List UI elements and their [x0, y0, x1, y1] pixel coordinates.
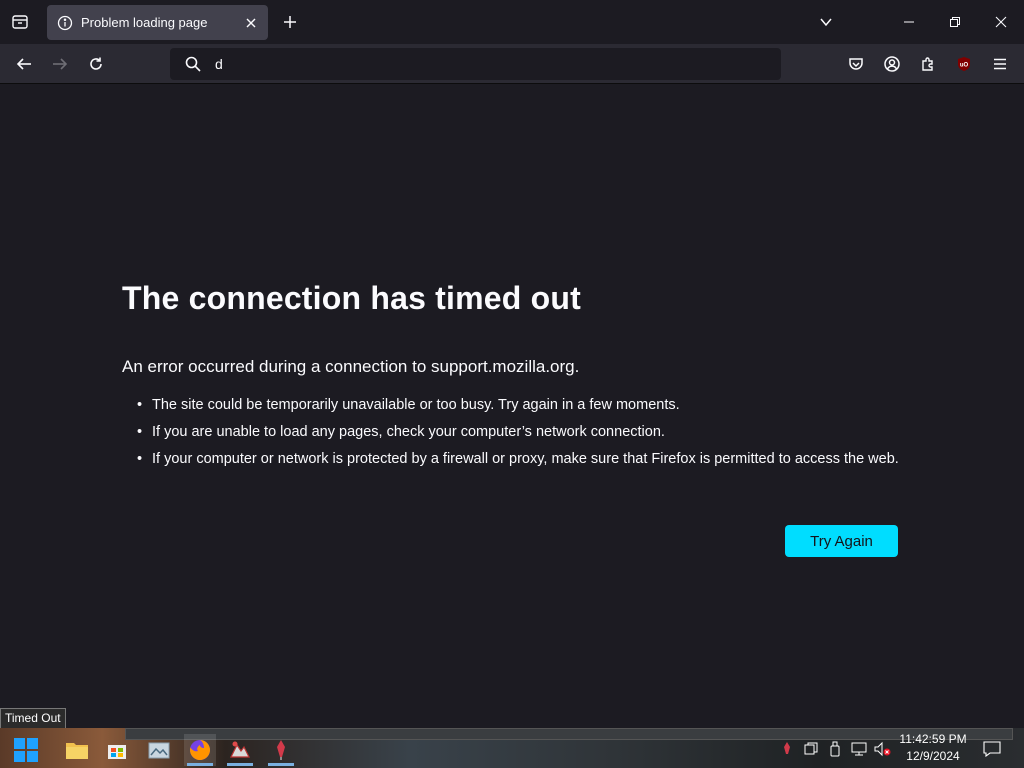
taskbar: 11:42:59 PM 12/9/2024: [0, 728, 1024, 768]
taskbar-store[interactable]: [101, 734, 133, 766]
chevron-down-icon: [820, 18, 832, 27]
restore-button[interactable]: [932, 0, 978, 44]
network-icon: [851, 742, 867, 756]
folder-icon: [66, 743, 88, 759]
address-bar[interactable]: [170, 48, 781, 80]
running-indicator: [268, 763, 294, 766]
ublock-button[interactable]: uO: [948, 48, 980, 80]
start-button[interactable]: [10, 734, 42, 766]
nav-toolbar: uO: [0, 44, 1024, 84]
clock-date: 12/9/2024: [906, 749, 960, 763]
taskbar-pen-app[interactable]: [265, 734, 297, 766]
new-tab-button[interactable]: [276, 8, 304, 36]
restore-icon: [950, 17, 960, 27]
address-input[interactable]: [215, 56, 775, 72]
search-icon: [185, 56, 201, 72]
firefox-view-button[interactable]: [6, 8, 34, 36]
pen-app-icon: [277, 740, 285, 760]
pocket-button[interactable]: [840, 48, 872, 80]
close-tab-button[interactable]: [239, 11, 263, 35]
notification-center-button[interactable]: [982, 740, 1002, 758]
taskbar-paint-app[interactable]: [224, 734, 256, 766]
close-window-button[interactable]: [978, 0, 1024, 44]
extensions-button[interactable]: [912, 48, 944, 80]
ublock-origin-icon: uO: [958, 57, 970, 71]
tab-strip: Problem loading page: [0, 0, 1024, 44]
pocket-icon: [849, 58, 863, 70]
error-description: An error occurred during a connection to…: [122, 357, 580, 376]
minimize-icon: [904, 21, 914, 23]
volume-muted-icon: [874, 741, 891, 757]
clock-time: 11:42:59 PM: [899, 732, 967, 746]
store-icon: [108, 745, 126, 759]
info-icon: [57, 15, 73, 30]
list-item: The site could be temporarily unavailabl…: [137, 395, 912, 415]
taskbar-photo-app[interactable]: [143, 734, 175, 766]
arrow-right-icon: [53, 58, 68, 70]
arrow-left-icon: [16, 58, 31, 70]
pen-app-icon: [784, 742, 790, 754]
tray-pen-app[interactable]: [778, 740, 796, 758]
page-title: The connection has timed out: [122, 280, 581, 316]
paint-app-icon: [230, 741, 250, 758]
running-indicator: [227, 763, 253, 766]
forward-button[interactable]: [44, 48, 76, 80]
minimize-button[interactable]: [886, 0, 932, 44]
firefox-view-icon: [12, 15, 28, 29]
list-all-tabs-button[interactable]: [812, 8, 840, 36]
tab-problem-loading[interactable]: Problem loading page: [47, 5, 268, 40]
try-again-button[interactable]: Try Again: [785, 525, 898, 557]
taskbar-scroll-strip[interactable]: [125, 728, 1013, 740]
tray-usb[interactable]: [826, 740, 844, 758]
svg-text:uO: uO: [960, 63, 969, 69]
list-item: If you are unable to load any pages, che…: [137, 422, 912, 442]
firefox-icon: [190, 740, 210, 760]
back-button[interactable]: [8, 48, 40, 80]
account-icon: [884, 56, 900, 72]
puzzle-icon: [922, 57, 933, 71]
taskbar-file-explorer[interactable]: [61, 734, 93, 766]
reload-button[interactable]: [80, 48, 112, 80]
tray-network[interactable]: [850, 740, 868, 758]
tooltip: Timed Out: [0, 708, 66, 729]
error-page: The connection has timed out An error oc…: [0, 85, 1024, 727]
list-item: If your computer or network is protected…: [137, 449, 912, 469]
photo-app-icon: [148, 742, 170, 759]
taskbar-clock[interactable]: 11:42:59 PM 12/9/2024: [894, 731, 972, 765]
close-icon: [246, 18, 256, 27]
close-icon: [995, 16, 1007, 28]
plus-icon: [284, 16, 296, 28]
taskbar-firefox[interactable]: [184, 734, 216, 766]
running-indicator: [187, 763, 213, 766]
account-button[interactable]: [876, 48, 908, 80]
suggestion-list: The site could be temporarily unavailabl…: [137, 395, 912, 476]
hamburger-menu-icon: [994, 58, 1006, 70]
reload-icon: [90, 57, 102, 70]
tray-task-view[interactable]: [802, 740, 820, 758]
usb-drive-icon: [830, 741, 840, 757]
task-view-icon: [804, 742, 818, 755]
app-menu-button[interactable]: [984, 48, 1016, 80]
notification-icon: [983, 741, 1001, 757]
tray-volume[interactable]: [874, 740, 892, 758]
windows-logo-icon: [14, 738, 38, 762]
tab-title: Problem loading page: [81, 15, 208, 30]
